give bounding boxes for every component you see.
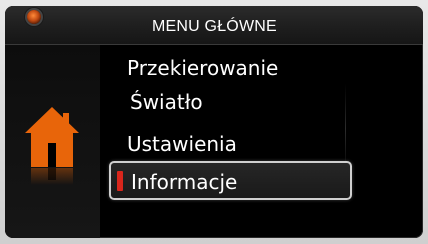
menu-item-przekierowanie[interactable]: Przekierowanie (127, 56, 278, 80)
menu-item-informacje[interactable]: Informacje (109, 161, 352, 200)
menu-item-ustawienia[interactable]: Ustawienia (127, 132, 237, 156)
page-title: MENU GŁÓWNE (152, 18, 277, 35)
home-icon[interactable] (25, 107, 79, 185)
menu-item-swiatlo[interactable]: Światło (130, 90, 203, 114)
display-screen: MENU GŁÓWNE (5, 6, 423, 238)
status-led-icon (27, 10, 41, 24)
selection-indicator (117, 171, 123, 191)
header-bar: MENU GŁÓWNE (5, 6, 423, 45)
sidebar (5, 45, 100, 238)
menu-item-label: Informacje (131, 170, 238, 194)
